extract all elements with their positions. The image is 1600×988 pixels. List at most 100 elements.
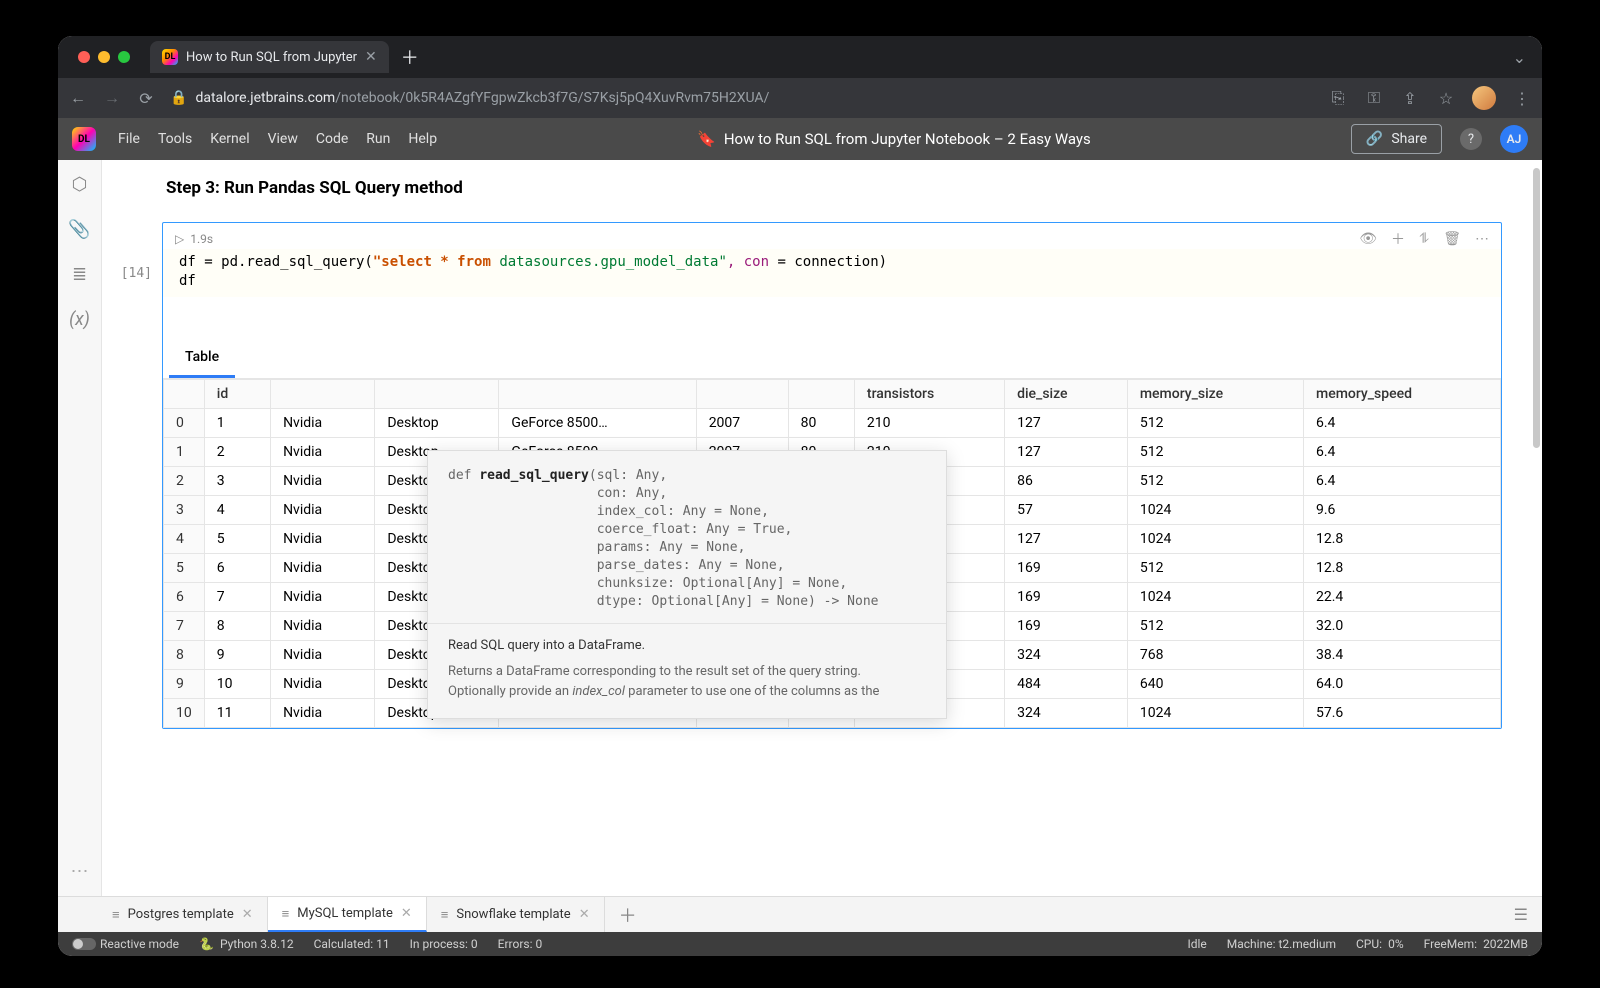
table-cell: 3 [164,496,205,525]
worksheet-tab[interactable]: ≡MySQL template✕ [268,897,427,932]
tooltip-signature: def read_sql_query(sql: Any, con: Any, i… [428,451,946,624]
share-button[interactable]: 🔗 Share [1351,124,1442,154]
notebook-title: How to Run SQL from Jupyter Notebook – 2… [724,130,1091,148]
table-header[interactable] [696,380,788,409]
password-key-icon[interactable]: ⚿ [1364,88,1384,108]
run-cell-icon[interactable]: ▷ [175,232,184,246]
profile-avatar[interactable] [1472,86,1496,110]
bookmark-star-icon[interactable]: ☆ [1436,89,1456,108]
new-tab-button[interactable]: ＋ [401,44,419,70]
content-scroll: [14] Step 3: Run Pandas SQL Query method… [102,160,1542,896]
user-avatar[interactable]: AJ [1500,125,1528,153]
table-header[interactable] [375,380,499,409]
status-mem: FreeMem:2022MB [1424,937,1528,951]
table-cell: 484 [1005,670,1128,699]
table-cell: 7 [164,612,205,641]
table-cell: 86 [1005,467,1128,496]
worksheet-list-icon[interactable]: ☰ [1500,897,1542,932]
table-header[interactable] [788,380,854,409]
close-worksheet-icon[interactable]: ✕ [242,907,253,922]
table-cell: 57 [1005,496,1128,525]
maximize-window-button[interactable] [118,51,130,63]
output-tab-table[interactable]: Table [169,339,235,378]
menu-file[interactable]: File [118,131,140,147]
cube-icon[interactable]: ⬡ [72,174,88,195]
table-header[interactable] [499,380,696,409]
table-cell: 2007 [696,409,788,438]
table-cell: 1 [164,438,205,467]
worksheet-tab[interactable]: ≡Postgres template✕ [98,897,268,932]
tab-close-icon[interactable]: ✕ [365,49,377,65]
table-header[interactable]: transistors [854,380,1004,409]
table-cell: 512 [1127,409,1303,438]
minimize-window-button[interactable] [98,51,110,63]
table-header[interactable]: die_size [1005,380,1128,409]
browser-menu-icon[interactable]: ⋮ [1512,89,1532,108]
back-button[interactable]: ← [68,88,88,108]
menu-tools[interactable]: Tools [158,131,192,147]
table-header[interactable] [164,380,205,409]
table-cell: Nvidia [271,554,375,583]
tab-overflow-icon[interactable]: ⌄ [1513,48,1526,67]
status-python: 🐍Python 3.8.12 [199,937,294,951]
status-errors: Errors: 0 [498,937,543,951]
url-field[interactable]: 🔒 datalore.jetbrains.com/notebook/0k5R4A… [170,90,1314,106]
cell-type-icon[interactable]: ⥮ [1419,231,1429,247]
table-header[interactable]: memory_speed [1304,380,1501,409]
tooltip-body-1: Returns a DataFrame corresponding to the… [448,662,926,682]
table-header[interactable]: id [204,380,270,409]
table-cell: 11 [204,699,270,728]
table-cell: 32.0 [1304,612,1501,641]
delete-cell-icon[interactable]: 🗑 [1443,231,1461,247]
table-cell: 768 [1127,641,1303,670]
close-window-button[interactable] [78,51,90,63]
menu-kernel[interactable]: Kernel [210,131,249,147]
reload-button[interactable]: ⟳ [136,89,156,108]
help-icon[interactable]: ? [1460,128,1482,150]
table-cell: 8 [164,641,205,670]
worksheet-tab[interactable]: ≡Snowflake template✕ [427,897,605,932]
menu-help[interactable]: Help [408,131,437,147]
install-app-icon[interactable]: ⎘ [1328,88,1348,108]
menu-run[interactable]: Run [366,131,390,147]
browser-tab[interactable]: DL How to Run SQL from Jupyter ✕ [150,41,389,73]
code-editor[interactable]: df = pd.read_sql_query("select * from da… [163,249,1501,297]
table-cell: 12.8 [1304,525,1501,554]
share-page-icon[interactable]: ⇪ [1400,89,1420,108]
add-cell-icon[interactable]: ＋ [1391,229,1405,249]
menu-code[interactable]: Code [316,131,348,147]
table-cell: 64.0 [1304,670,1501,699]
cell-more-icon[interactable]: ⋯ [1475,231,1489,247]
outline-icon[interactable]: ≣ [72,264,87,285]
close-worksheet-icon[interactable]: ✕ [401,906,412,921]
table-cell: Nvidia [271,409,375,438]
table-cell: 10 [164,699,205,728]
table-cell: 512 [1127,467,1303,496]
visibility-icon[interactable]: 👁 [1359,231,1377,247]
table-cell: Nvidia [271,583,375,612]
app-logo-icon[interactable]: DL [72,127,96,151]
reactive-mode-toggle[interactable]: Reactive mode [72,937,179,951]
table-cell: 169 [1005,554,1128,583]
variables-icon[interactable]: (x) [69,309,90,330]
share-icon: 🔗 [1366,131,1383,147]
table-cell: 6.4 [1304,438,1501,467]
python-icon: 🐍 [199,937,214,951]
toggle-pill-icon [72,938,96,950]
scrollbar-thumb[interactable] [1533,168,1540,448]
close-worksheet-icon[interactable]: ✕ [579,907,590,922]
forward-button[interactable]: → [102,88,122,108]
table-row[interactable]: 01NvidiaDesktopGeForce 8500…200780210127… [164,409,1501,438]
table-cell: 1 [204,409,270,438]
attachment-icon[interactable]: 📎 [68,219,90,240]
table-cell: Nvidia [271,612,375,641]
add-worksheet-button[interactable]: ＋ [605,897,651,932]
table-cell: Nvidia [271,641,375,670]
menu-view[interactable]: View [268,131,298,147]
rail-more-icon[interactable]: ⋯ [71,861,89,882]
table-header[interactable]: memory_size [1127,380,1303,409]
bookmark-icon[interactable]: 🔖 [697,130,716,148]
table-cell: 2 [164,467,205,496]
table-header[interactable] [271,380,375,409]
table-cell: 127 [1005,409,1128,438]
